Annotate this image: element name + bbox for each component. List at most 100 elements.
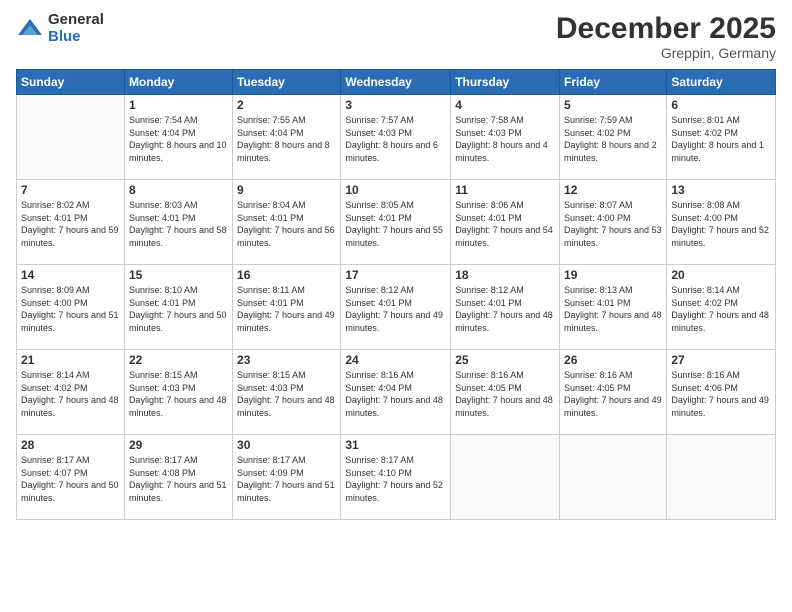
calendar-cell	[560, 435, 667, 520]
day-number: 18	[455, 268, 555, 282]
day-number: 31	[345, 438, 446, 452]
calendar-cell: 22 Sunrise: 8:15 AMSunset: 4:03 PMDayligh…	[124, 350, 232, 435]
day-number: 25	[455, 353, 555, 367]
day-number: 29	[129, 438, 228, 452]
calendar-cell: 5 Sunrise: 7:59 AMSunset: 4:02 PMDaylight…	[560, 95, 667, 180]
day-number: 27	[671, 353, 771, 367]
day-number: 24	[345, 353, 446, 367]
calendar-cell: 1 Sunrise: 7:54 AMSunset: 4:04 PMDaylight…	[124, 95, 232, 180]
calendar-cell: 29Sunrise: 8:17 AMSunset: 4:08 PMDayligh…	[124, 435, 232, 520]
day-info: Sunrise: 8:15 AMSunset: 4:03 PMDaylight:…	[237, 369, 336, 419]
header-thursday: Thursday	[451, 70, 560, 95]
calendar-header-row: Sunday Monday Tuesday Wednesday Thursday…	[17, 70, 776, 95]
day-number: 1	[129, 98, 228, 112]
calendar-week-5: 28Sunrise: 8:17 AMSunset: 4:07 PMDayligh…	[17, 435, 776, 520]
day-info: Sunrise: 8:17 AMSunset: 4:07 PMDaylight:…	[21, 454, 120, 504]
logo-text: General Blue	[48, 12, 104, 45]
calendar-cell: 15Sunrise: 8:10 AMSunset: 4:01 PMDayligh…	[124, 265, 232, 350]
day-info: Sunrise: 7:59 AMSunset: 4:02 PMDaylight:…	[564, 114, 662, 164]
logo-general: General	[48, 12, 104, 29]
calendar-cell: 2Sunrise: 7:55 AMSunset: 4:04 PMDaylight…	[233, 95, 341, 180]
calendar-cell: 27 Sunrise: 8:16 AMSunset: 4:06 PMDayligh…	[667, 350, 776, 435]
day-info: Sunrise: 8:07 AMSunset: 4:00 PMDaylight:…	[564, 199, 662, 249]
day-info: Sunrise: 8:02 AMSunset: 4:01 PMDaylight:…	[21, 199, 120, 249]
day-number: 14	[21, 268, 120, 282]
calendar-cell: 9Sunrise: 8:04 AMSunset: 4:01 PMDaylight…	[233, 180, 341, 265]
calendar-cell: 25 Sunrise: 8:16 AMSunset: 4:05 PMDayligh…	[451, 350, 560, 435]
calendar-week-4: 21 Sunrise: 8:14 AMSunset: 4:02 PMDayligh…	[17, 350, 776, 435]
day-number: 22	[129, 353, 228, 367]
logo-icon	[16, 15, 44, 43]
calendar-cell: 30 Sunrise: 8:17 AMSunset: 4:09 PMDayligh…	[233, 435, 341, 520]
day-info: Sunrise: 8:16 AMSunset: 4:05 PMDaylight:…	[455, 369, 555, 419]
day-number: 19	[564, 268, 662, 282]
day-info: Sunrise: 8:14 AMSunset: 4:02 PMDaylight:…	[21, 369, 120, 419]
calendar-cell: 17 Sunrise: 8:12 AMSunset: 4:01 PMDayligh…	[341, 265, 451, 350]
calendar-cell: 8Sunrise: 8:03 AMSunset: 4:01 PMDaylight…	[124, 180, 232, 265]
day-info: Sunrise: 7:54 AMSunset: 4:04 PMDaylight:…	[129, 114, 228, 164]
day-number: 5	[564, 98, 662, 112]
day-info: Sunrise: 8:09 AMSunset: 4:00 PMDaylight:…	[21, 284, 120, 334]
day-info: Sunrise: 8:17 AMSunset: 4:10 PMDaylight:…	[345, 454, 446, 504]
day-number: 23	[237, 353, 336, 367]
day-number: 20	[671, 268, 771, 282]
calendar-cell: 13 Sunrise: 8:08 AMSunset: 4:00 PMDayligh…	[667, 180, 776, 265]
calendar-cell: 7 Sunrise: 8:02 AMSunset: 4:01 PMDaylight…	[17, 180, 125, 265]
day-info: Sunrise: 8:01 AMSunset: 4:02 PMDaylight:…	[671, 114, 771, 164]
day-info: Sunrise: 8:12 AMSunset: 4:01 PMDaylight:…	[455, 284, 555, 334]
day-info: Sunrise: 8:05 AMSunset: 4:01 PMDaylight:…	[345, 199, 446, 249]
calendar-table: Sunday Monday Tuesday Wednesday Thursday…	[16, 69, 776, 520]
calendar-cell: 23 Sunrise: 8:15 AMSunset: 4:03 PMDayligh…	[233, 350, 341, 435]
header-tuesday: Tuesday	[233, 70, 341, 95]
day-info: Sunrise: 8:04 AMSunset: 4:01 PMDaylight:…	[237, 199, 336, 249]
calendar-cell: 19Sunrise: 8:13 AMSunset: 4:01 PMDayligh…	[560, 265, 667, 350]
calendar-cell: 3Sunrise: 7:57 AMSunset: 4:03 PMDaylight…	[341, 95, 451, 180]
calendar-cell: 21 Sunrise: 8:14 AMSunset: 4:02 PMDayligh…	[17, 350, 125, 435]
logo: General Blue	[16, 12, 104, 45]
calendar-week-2: 7 Sunrise: 8:02 AMSunset: 4:01 PMDaylight…	[17, 180, 776, 265]
day-number: 16	[237, 268, 336, 282]
calendar-cell: 26 Sunrise: 8:16 AMSunset: 4:05 PMDayligh…	[560, 350, 667, 435]
day-number: 2	[237, 98, 336, 112]
calendar-cell: 11Sunrise: 8:06 AMSunset: 4:01 PMDayligh…	[451, 180, 560, 265]
month-title: December 2025	[556, 12, 776, 45]
header-friday: Friday	[560, 70, 667, 95]
day-info: Sunrise: 8:12 AMSunset: 4:01 PMDaylight:…	[345, 284, 446, 334]
day-info: Sunrise: 8:11 AMSunset: 4:01 PMDaylight:…	[237, 284, 336, 334]
calendar-cell: 28Sunrise: 8:17 AMSunset: 4:07 PMDayligh…	[17, 435, 125, 520]
day-info: Sunrise: 8:15 AMSunset: 4:03 PMDaylight:…	[129, 369, 228, 419]
header-saturday: Saturday	[667, 70, 776, 95]
calendar-week-1: 1 Sunrise: 7:54 AMSunset: 4:04 PMDaylight…	[17, 95, 776, 180]
day-info: Sunrise: 8:08 AMSunset: 4:00 PMDaylight:…	[671, 199, 771, 249]
calendar-page: General Blue December 2025 Greppin, Germ…	[0, 0, 792, 612]
calendar-cell: 10Sunrise: 8:05 AMSunset: 4:01 PMDayligh…	[341, 180, 451, 265]
header-sunday: Sunday	[17, 70, 125, 95]
day-number: 3	[345, 98, 446, 112]
day-number: 21	[21, 353, 120, 367]
day-number: 13	[671, 183, 771, 197]
day-number: 26	[564, 353, 662, 367]
calendar-cell: 31 Sunrise: 8:17 AMSunset: 4:10 PMDayligh…	[341, 435, 451, 520]
day-number: 12	[564, 183, 662, 197]
day-number: 17	[345, 268, 446, 282]
calendar-cell: 6Sunrise: 8:01 AMSunset: 4:02 PMDaylight…	[667, 95, 776, 180]
day-info: Sunrise: 8:16 AMSunset: 4:05 PMDaylight:…	[564, 369, 662, 419]
calendar-cell: 18 Sunrise: 8:12 AMSunset: 4:01 PMDayligh…	[451, 265, 560, 350]
title-block: December 2025 Greppin, Germany	[556, 12, 776, 61]
header-monday: Monday	[124, 70, 232, 95]
calendar-cell: 4Sunrise: 7:58 AMSunset: 4:03 PMDaylight…	[451, 95, 560, 180]
day-number: 15	[129, 268, 228, 282]
day-info: Sunrise: 8:16 AMSunset: 4:06 PMDaylight:…	[671, 369, 771, 419]
day-info: Sunrise: 8:06 AMSunset: 4:01 PMDaylight:…	[455, 199, 555, 249]
calendar-cell: 20 Sunrise: 8:14 AMSunset: 4:02 PMDayligh…	[667, 265, 776, 350]
day-info: Sunrise: 8:17 AMSunset: 4:09 PMDaylight:…	[237, 454, 336, 504]
day-info: Sunrise: 8:14 AMSunset: 4:02 PMDaylight:…	[671, 284, 771, 334]
day-number: 7	[21, 183, 120, 197]
calendar-cell: 14 Sunrise: 8:09 AMSunset: 4:00 PMDayligh…	[17, 265, 125, 350]
calendar-cell	[667, 435, 776, 520]
day-number: 30	[237, 438, 336, 452]
header-wednesday: Wednesday	[341, 70, 451, 95]
calendar-cell: 16 Sunrise: 8:11 AMSunset: 4:01 PMDayligh…	[233, 265, 341, 350]
day-number: 4	[455, 98, 555, 112]
day-number: 8	[129, 183, 228, 197]
